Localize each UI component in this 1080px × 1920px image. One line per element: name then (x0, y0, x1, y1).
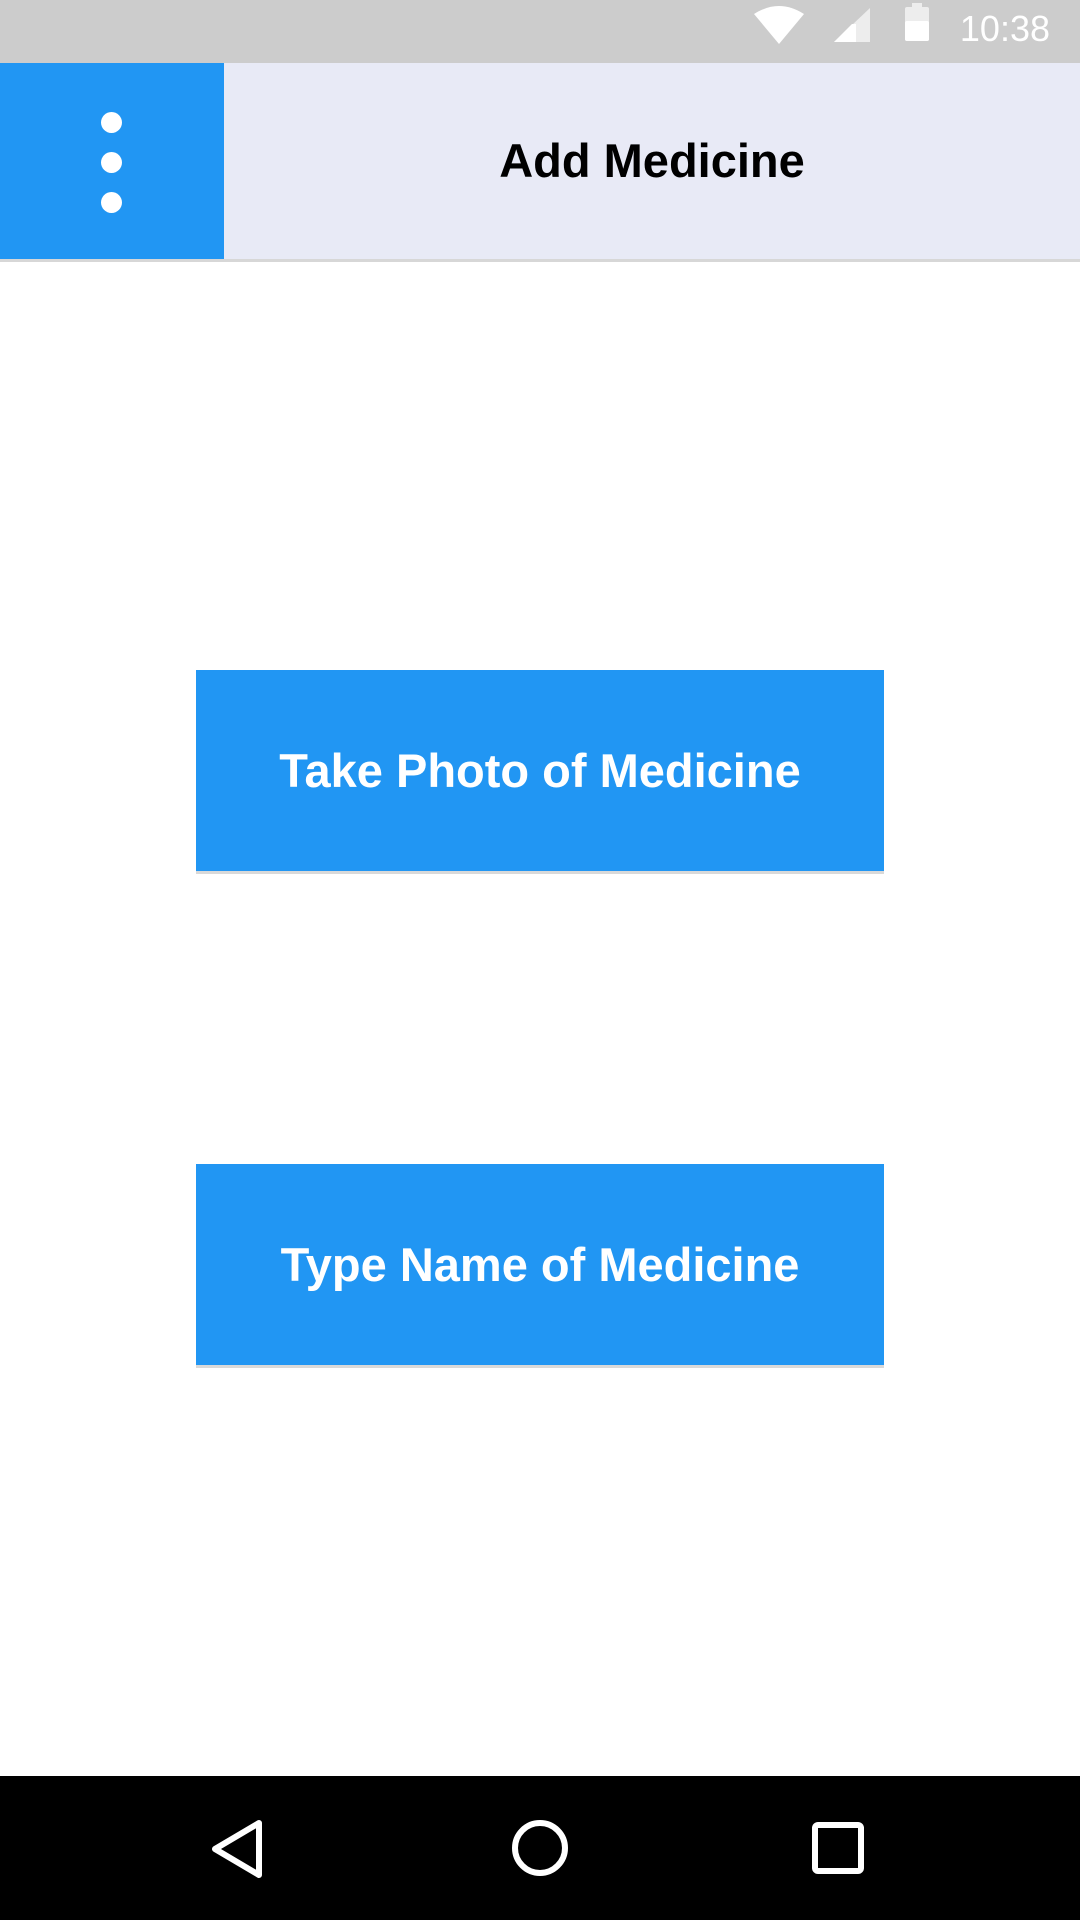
back-icon (212, 1820, 262, 1878)
status-bar: 10:38 (0, 0, 1080, 63)
recents-icon (812, 1822, 864, 1874)
overflow-menu-button[interactable] (0, 63, 224, 259)
app-bar: Add Medicine (0, 63, 1080, 262)
type-name-button[interactable]: Type Name of Medicine (196, 1164, 884, 1368)
battery-icon (905, 3, 929, 41)
navigation-bar (0, 1776, 1080, 1920)
screen: 10:38 Add Medicine Take Photo of Medicin… (0, 0, 1080, 1920)
menu-dot (101, 192, 122, 213)
home-icon (512, 1820, 568, 1876)
wifi-icon (754, 6, 804, 44)
menu-dot (101, 152, 122, 173)
take-photo-button[interactable]: Take Photo of Medicine (196, 670, 884, 874)
home-button[interactable] (460, 1776, 620, 1920)
recents-button[interactable] (758, 1776, 918, 1920)
signal-icon (834, 8, 870, 42)
page-title: Add Medicine (499, 134, 805, 187)
back-button[interactable] (157, 1776, 317, 1920)
status-clock: 10:38 (959, 8, 1050, 49)
menu-dot (101, 112, 122, 133)
